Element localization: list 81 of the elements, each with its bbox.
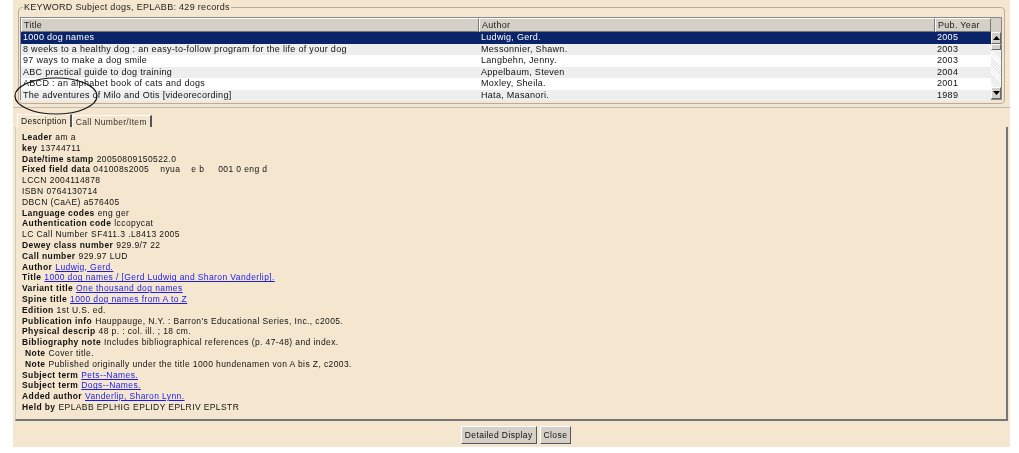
field-label: Variant title bbox=[22, 283, 74, 294]
field-value: SF411.3 .L8413 2005 bbox=[91, 229, 180, 240]
field-value: Includes bibliographical references (p. 47-48) and index. bbox=[104, 337, 339, 348]
field-value: lccopycat bbox=[114, 218, 154, 230]
field-label: Title bbox=[22, 272, 42, 284]
field-label: LCCN bbox=[22, 175, 47, 186]
field-label: Subject term bbox=[22, 369, 79, 381]
table-cell-text: Hata, Masanori. bbox=[480, 89, 551, 101]
column-header[interactable]: Title bbox=[21, 18, 479, 32]
field-link[interactable]: Dogs--Names. bbox=[81, 380, 141, 392]
field-label: Bibliography note bbox=[22, 337, 102, 348]
results-legend: KEYWORD Subject dogs, EPLABB: 429 records bbox=[23, 1, 231, 13]
field-value: a576405 bbox=[83, 196, 120, 208]
field-value: 2004114878 bbox=[49, 175, 101, 186]
dialog-button[interactable]: Close bbox=[539, 426, 572, 444]
field-value: 0764130714 bbox=[46, 186, 98, 197]
field-link[interactable]: Vanderlip, Sharon Lynn. bbox=[85, 391, 185, 402]
field-label: Leader bbox=[22, 132, 53, 143]
table-cell-text: 8 weeks to a healthy dog : an easy-to-follow program for the life of your dog bbox=[22, 43, 348, 55]
tab[interactable]: Call Number/Item bbox=[71, 115, 152, 127]
field-label: Held by bbox=[22, 401, 56, 413]
field-label: Subject term bbox=[22, 380, 79, 392]
table-cell-text: 1000 dog names bbox=[22, 32, 96, 44]
field-label: Fixed field data bbox=[22, 164, 91, 176]
field-label: Dewey class number bbox=[22, 239, 114, 251]
field-label: LC Call Number bbox=[22, 229, 89, 240]
field-value: Hauppauge, N.Y. : Barron's Educational Series, Inc., c2005. bbox=[95, 315, 344, 327]
field-label: DBCN (CaAE) bbox=[22, 196, 81, 208]
field-label: Date/time stamp bbox=[22, 153, 94, 165]
field-link[interactable]: Pets--Names. bbox=[81, 369, 139, 381]
table-cell-text: Moxley, Sheila. bbox=[480, 78, 547, 90]
dialog-button[interactable]: Detailed Display bbox=[460, 426, 537, 444]
tab[interactable]: Description bbox=[17, 114, 72, 127]
field-label: Note bbox=[25, 358, 46, 370]
field-value: 929.9/7 22 bbox=[116, 239, 161, 251]
scroll-thumb[interactable] bbox=[991, 44, 1001, 50]
field-label: Author bbox=[22, 261, 53, 273]
field-label: Physical descrip bbox=[22, 326, 96, 338]
field-value: 1st U.S. ed. bbox=[56, 304, 106, 316]
field-label: Edition bbox=[22, 304, 54, 316]
field-label: Authentication code bbox=[22, 218, 112, 230]
scrollbar[interactable] bbox=[991, 32, 1001, 99]
field-link[interactable]: Ludwig, Gerd. bbox=[55, 261, 114, 273]
field-value: 929.97 LUD bbox=[78, 250, 128, 262]
table-cell-text: Messonnier, Shawn. bbox=[480, 43, 569, 55]
field-link[interactable]: One thousand dog names bbox=[76, 283, 183, 294]
table-cell-text: 2005 bbox=[936, 32, 960, 44]
field-label: Publication info bbox=[22, 315, 93, 327]
scroll-up-icon[interactable] bbox=[991, 32, 1001, 44]
field-label: key bbox=[22, 142, 38, 154]
field-value: EPLABB EPLHIG EPLIDY EPLRIV EPLSTR bbox=[58, 401, 240, 413]
field-label: Spine title bbox=[22, 293, 68, 305]
field-value: 48 p. : col. ill. ; 18 cm. bbox=[98, 326, 192, 338]
table-cell-text: 1989 bbox=[936, 89, 960, 101]
field-value: Published originally under the title 1000 hundenamen von A bis Z, c2003. bbox=[48, 358, 352, 370]
result-row[interactable]: 1000 dog names Ludwig, Gerd. 2005 bbox=[21, 32, 991, 44]
table-cell-text: 97 ways to make a dog smile bbox=[22, 55, 149, 67]
table-cell-text: 2003 bbox=[936, 43, 960, 55]
table-cell-text: Langbehn, Jenny. bbox=[480, 55, 558, 67]
field-link[interactable]: 1000 dog names from A to Z bbox=[70, 293, 188, 305]
field-value: am a bbox=[55, 132, 76, 143]
field-value: 13744711 bbox=[40, 142, 81, 154]
field-link[interactable]: 1000 dog names / [Gerd Ludwig and Sharon Vanderlip]. bbox=[44, 272, 275, 284]
table-cell-text: 2003 bbox=[936, 55, 960, 67]
field-value: 20050809150522.0 bbox=[96, 153, 177, 165]
field-value: Cover title. bbox=[48, 347, 94, 359]
column-header[interactable]: Pub. Year bbox=[935, 18, 991, 32]
field-value: eng ger bbox=[97, 207, 130, 219]
table-cell-text: 2004 bbox=[936, 66, 960, 78]
table-cell-text: Appelbaum, Steven bbox=[480, 66, 566, 78]
table-cell-text: 2001 bbox=[936, 78, 960, 90]
field-value: 041008s2005 nyua e b 001 0 eng d bbox=[93, 164, 268, 176]
field-label: Note bbox=[25, 347, 46, 359]
table-cell-text: Ludwig, Gerd. bbox=[480, 32, 542, 44]
field-label: Added author bbox=[22, 391, 83, 402]
scroll-down-icon[interactable] bbox=[991, 87, 1001, 99]
field-label: ISBN bbox=[22, 186, 44, 197]
field-label: Call number bbox=[22, 250, 76, 262]
table-cell-text: ABC practical guide to dog training bbox=[22, 66, 174, 78]
column-header[interactable]: Author bbox=[479, 18, 935, 32]
field-label: Language codes bbox=[22, 207, 95, 219]
